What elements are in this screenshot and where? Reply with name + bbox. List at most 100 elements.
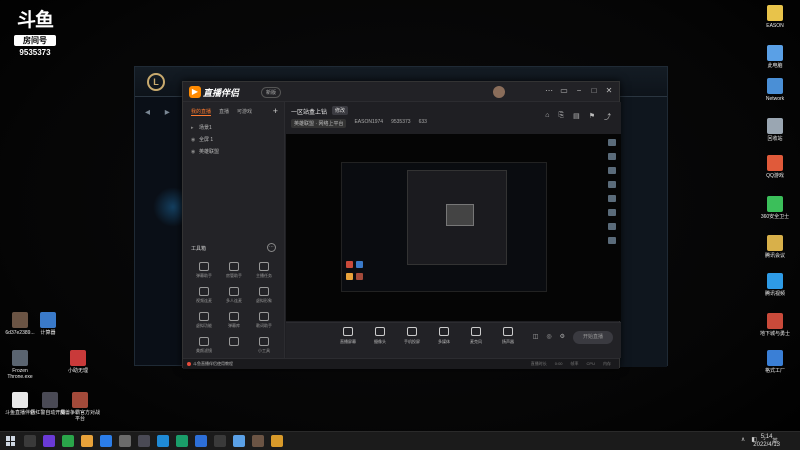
- phone-cast-button[interactable]: 手机投屏: [402, 327, 422, 345]
- lol-nav-arrows[interactable]: ◂ ▸: [145, 107, 176, 118]
- lock-icon[interactable]: ⎘: [558, 112, 564, 122]
- taskbar-app-icon[interactable]: [233, 435, 245, 447]
- taskbar-app-icon[interactable]: [138, 435, 150, 447]
- eye-icon[interactable]: ◉: [191, 146, 199, 158]
- tool-button[interactable]: 多人连麦: [219, 287, 249, 304]
- tool-button[interactable]: [219, 337, 249, 354]
- monitor-icon[interactable]: ◎: [546, 333, 551, 340]
- tool-button[interactable]: 房管助手: [219, 262, 249, 279]
- taskbar-app-icon[interactable]: [100, 435, 112, 447]
- lol-logo-icon: L: [147, 73, 165, 91]
- taskbar-app-icon[interactable]: [24, 435, 36, 447]
- avatar[interactable]: [493, 86, 505, 98]
- desktop-icon[interactable]: 360安全卫士: [755, 196, 795, 220]
- bell-icon[interactable]: ⚑: [589, 112, 595, 122]
- desktop-icon-label: 腾讯视频: [764, 291, 785, 297]
- close-icon[interactable]: ✕: [605, 86, 613, 95]
- tool-button[interactable]: 弹幕助手: [189, 262, 219, 279]
- menu-icon[interactable]: ⋯: [545, 86, 553, 95]
- taskbar-clock[interactable]: 5:14 2022/4/13: [753, 433, 780, 449]
- tool-button[interactable]: 美颜滤镜: [189, 337, 219, 354]
- tool-button[interactable]: 主播任务: [249, 262, 279, 279]
- douyu-watermark: 斗鱼 房间号 9535373: [14, 10, 56, 57]
- app-icon: [767, 196, 783, 212]
- desktop-icon[interactable]: EASON: [755, 5, 795, 29]
- minimize-icon[interactable]: −: [575, 86, 583, 95]
- desktop-icon[interactable]: 回收站: [755, 118, 795, 142]
- settings-icon[interactable]: ⚙: [560, 333, 565, 340]
- layout-icon[interactable]: ▤: [573, 112, 580, 122]
- desktop-icon[interactable]: Network: [755, 78, 795, 102]
- tool-label: 虚拟形象: [256, 298, 272, 303]
- tool-button[interactable]: 歌词助手: [249, 312, 279, 329]
- desktop-icon[interactable]: 魔兽争霸官方对战平台: [60, 392, 100, 422]
- toolbox-more-button[interactable]: ⋯: [267, 243, 276, 252]
- desktop-icon[interactable]: Frozen Throne.exe: [0, 350, 40, 380]
- record-icon[interactable]: ◫: [533, 333, 539, 340]
- desktop-icon[interactable]: 腾讯会议: [755, 235, 795, 259]
- desktop-icon[interactable]: 此电脑: [755, 45, 795, 69]
- category-chip[interactable]: 英雄联盟 · 网络上平台: [291, 119, 347, 128]
- desktop-icon[interactable]: 格式工厂: [755, 350, 795, 374]
- desktop-icon[interactable]: QQ游戏: [755, 155, 795, 179]
- status-dot-icon: [187, 362, 191, 366]
- maximize-icon[interactable]: □: [590, 86, 598, 95]
- tool-icon: [259, 287, 269, 296]
- camera-button[interactable]: 摄像头: [370, 327, 390, 345]
- taskbar-app-icon[interactable]: [62, 435, 74, 447]
- taskbar-app-icon[interactable]: [81, 435, 93, 447]
- tab-games[interactable]: 可游戏: [237, 108, 252, 116]
- taskbar-app-icon[interactable]: [195, 435, 207, 447]
- desktop-icon[interactable]: 计算器: [28, 312, 68, 336]
- home-icon[interactable]: ⌂: [545, 112, 549, 122]
- taskbar-app-icon[interactable]: [119, 435, 131, 447]
- lol-friends-panel[interactable]: [619, 97, 667, 367]
- tool-button[interactable]: 小工具: [249, 337, 279, 354]
- eye-icon[interactable]: ◉: [191, 134, 199, 146]
- tool-button[interactable]: 虚拟形象: [249, 287, 279, 304]
- version-pill[interactable]: 新版: [261, 87, 282, 98]
- companion-titlebar[interactable]: ▶ 直播伴侣 新版 ⋯ ▭ − □ ✕: [183, 82, 619, 102]
- desktop-icon-label: 360安全卫士: [760, 214, 790, 220]
- media-icon: [439, 327, 449, 336]
- microphone-button[interactable]: 麦克风: [466, 327, 486, 345]
- edit-title-button[interactable]: 修改: [332, 106, 349, 115]
- minimize-mini-icon[interactable]: ▭: [560, 86, 568, 95]
- tool-label: 主播任务: [256, 273, 272, 278]
- douyu-logo: 斗鱼: [16, 10, 54, 31]
- screen-capture-button[interactable]: 直播屏幕: [338, 327, 358, 345]
- app-icon: [767, 78, 783, 94]
- desktop-icon[interactable]: 小助无理: [58, 350, 98, 374]
- tool-button[interactable]: 虚拟功能: [189, 312, 219, 329]
- start-live-button[interactable]: 开始直播: [573, 331, 613, 344]
- tab-live[interactable]: 直播: [219, 108, 229, 116]
- tool-button[interactable]: 弹幕库: [219, 312, 249, 329]
- desktop-icon-label: EASON: [766, 23, 784, 29]
- tab-my-live[interactable]: 我的直播: [191, 108, 212, 116]
- toolbox-title: 工具箱: [191, 246, 207, 252]
- media-button[interactable]: 多媒体: [434, 327, 454, 345]
- stream-preview[interactable]: [286, 134, 621, 321]
- tool-label: 弹幕库: [228, 323, 240, 328]
- taskbar-app-icon[interactable]: [43, 435, 55, 447]
- taskbar-app-icon[interactable]: [157, 435, 169, 447]
- scene-item[interactable]: ◉ 英雄联盟: [183, 146, 284, 158]
- desktop-icon[interactable]: 腾讯视频: [755, 273, 795, 297]
- tool-button[interactable]: 视频连麦: [189, 287, 219, 304]
- scene-item[interactable]: ◉ 全屏 1: [183, 134, 284, 146]
- scene-item[interactable]: ▸ 场景1: [183, 122, 284, 134]
- desktop-icon[interactable]: 地下城与勇士: [755, 313, 795, 337]
- tray-expand-icon[interactable]: ∧: [741, 436, 745, 445]
- add-scene-button[interactable]: +: [273, 106, 278, 116]
- taskbar-app-icon[interactable]: [252, 435, 264, 447]
- taskbar-app-icon[interactable]: [271, 435, 283, 447]
- speaker-button[interactable]: 扬声器: [498, 327, 518, 345]
- tutorial-link[interactable]: 斗鱼直播伴侣使用教程: [193, 359, 233, 369]
- window-controls: ⋯ ▭ − □ ✕: [545, 86, 613, 95]
- taskbar-app-icon[interactable]: [176, 435, 188, 447]
- nested-preview-core: [446, 204, 474, 226]
- share-icon[interactable]: ⤴: [604, 112, 611, 122]
- streaming-companion-window[interactable]: ▶ 直播伴侣 新版 ⋯ ▭ − □ ✕ 我的直播 直播 可游戏 + ▸ 场景1 ◉…: [182, 81, 621, 369]
- windows-start-icon[interactable]: [6, 436, 16, 446]
- taskbar-app-icon[interactable]: [214, 435, 226, 447]
